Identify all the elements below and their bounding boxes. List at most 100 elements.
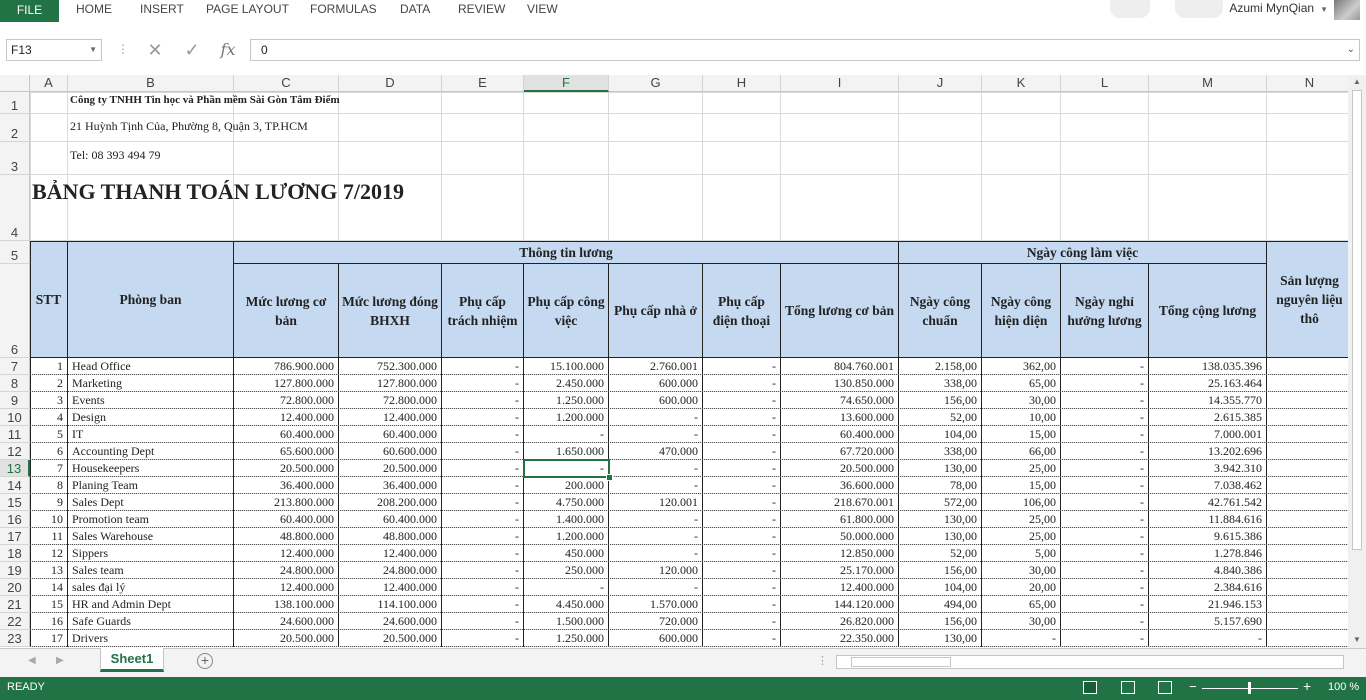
cell-dept[interactable]: Events [68,392,234,409]
cell-h[interactable]: - [703,562,781,579]
row-header-12[interactable]: 12 [0,443,30,460]
cell-dept[interactable]: Planing Team [68,477,234,494]
column-header-a[interactable]: A [30,75,68,92]
file-tab[interactable]: FILE [0,0,59,22]
cell-d[interactable]: 60.600.000 [339,443,442,460]
cell-d[interactable]: 48.800.000 [339,528,442,545]
cell-stt[interactable]: 9 [30,494,68,511]
enter-icon[interactable]: ✓ [180,38,204,62]
fill-handle[interactable] [606,474,613,481]
cell-d[interactable]: 20.500.000 [339,460,442,477]
cell-j[interactable]: 130,00 [899,460,982,477]
cell-i[interactable]: 12.850.000 [781,545,899,562]
cell-c[interactable]: 72.800.000 [234,392,339,409]
normal-view-icon[interactable] [1083,681,1097,694]
row-header-17[interactable]: 17 [0,528,30,545]
column-header-d[interactable]: D [339,75,442,92]
cell-l[interactable]: - [1061,494,1149,511]
cell-e[interactable]: - [442,375,524,392]
cell-f[interactable]: 200.000 [524,477,609,494]
cell-l[interactable]: - [1061,579,1149,596]
prev-sheet-icon[interactable]: ◀ [28,655,36,666]
cell-c[interactable]: 24.600.000 [234,613,339,630]
tab-data[interactable]: DATA [400,0,430,22]
cell-empty[interactable] [1267,596,1348,613]
cell-f[interactable]: 15.100.000 [524,358,609,375]
cell-e[interactable]: - [442,511,524,528]
cell-k[interactable]: 66,00 [982,443,1061,460]
cell-f[interactable]: 250.000 [524,562,609,579]
cell-j[interactable]: 78,00 [899,477,982,494]
cell-g[interactable]: 600.000 [609,375,703,392]
tab-page-layout[interactable]: PAGE LAYOUT [206,0,289,22]
cell-k[interactable]: 65,00 [982,375,1061,392]
cell-l[interactable]: - [1061,511,1149,528]
cell-j[interactable]: 338,00 [899,443,982,460]
row-header-4[interactable]: 4 [0,175,30,241]
cell-dept[interactable]: Promotion team [68,511,234,528]
row-header-3[interactable]: 3 [0,142,30,175]
tab-home[interactable]: HOME [76,0,112,22]
cell-g[interactable]: 600.000 [609,392,703,409]
cell-stt[interactable]: 11 [30,528,68,545]
cell-g[interactable]: 120.000 [609,562,703,579]
cell-stt[interactable]: 5 [30,426,68,443]
cell-i[interactable]: 12.400.000 [781,579,899,596]
cell-m[interactable]: 14.355.770 [1149,392,1267,409]
cell-k[interactable]: 65,00 [982,596,1061,613]
column-header-c[interactable]: C [234,75,339,92]
cell-m[interactable]: 1.278.846 [1149,545,1267,562]
row-header-5[interactable]: 5 [0,241,30,264]
cell-h[interactable]: - [703,477,781,494]
cell-c[interactable]: 12.400.000 [234,579,339,596]
cell-k[interactable]: 25,00 [982,528,1061,545]
worksheet-grid[interactable]: ABCDEFGHIJKLMN 1 2 3 4 5 6 7 8 9 10 11 12 13 14 15 16 17… [0,75,1348,648]
zoom-slider-thumb[interactable] [1248,682,1251,694]
cell-empty[interactable] [1267,443,1348,460]
cell-dept[interactable]: sales đại lý [68,579,234,596]
cell-h[interactable]: - [703,392,781,409]
cell-k[interactable]: 15,00 [982,426,1061,443]
column-header-f[interactable]: F [524,75,609,92]
cell-empty[interactable] [1267,613,1348,630]
cell-empty[interactable] [1267,426,1348,443]
cell-i[interactable]: 130.850.000 [781,375,899,392]
cell-i[interactable]: 67.720.000 [781,443,899,460]
cell-i[interactable]: 20.500.000 [781,460,899,477]
cell-e[interactable]: - [442,460,524,477]
cell-d[interactable]: 12.400.000 [339,579,442,596]
cell-d[interactable]: 36.400.000 [339,477,442,494]
cell-d[interactable]: 12.400.000 [339,545,442,562]
cell-g[interactable]: - [609,477,703,494]
cell-e[interactable]: - [442,630,524,647]
cell-e[interactable]: - [442,358,524,375]
cell-empty[interactable] [1267,358,1348,375]
column-header-m[interactable]: M [1149,75,1267,92]
cell-h[interactable]: - [703,545,781,562]
row-header-21[interactable]: 21 [0,596,30,613]
cell-k[interactable]: 25,00 [982,460,1061,477]
add-sheet-icon[interactable]: + [197,653,213,669]
cell-f[interactable]: 1.400.000 [524,511,609,528]
cell-h[interactable]: - [703,409,781,426]
cell-l[interactable]: - [1061,528,1149,545]
cell-c[interactable]: 20.500.000 [234,630,339,647]
cell-d[interactable]: 20.500.000 [339,630,442,647]
cell-empty[interactable] [1267,528,1348,545]
cell-g[interactable]: - [609,460,703,477]
cell-d[interactable]: 24.600.000 [339,613,442,630]
cell-m[interactable]: 21.946.153 [1149,596,1267,613]
cell-g[interactable]: 720.000 [609,613,703,630]
cell-k[interactable]: 10,00 [982,409,1061,426]
cell-m[interactable]: 3.942.310 [1149,460,1267,477]
row-header-22[interactable]: 22 [0,613,30,630]
cell-e[interactable]: - [442,409,524,426]
cell-e[interactable]: - [442,426,524,443]
tab-sheet1[interactable]: Sheet1 [100,648,164,672]
avatar[interactable] [1334,0,1360,20]
cell-i[interactable]: 60.400.000 [781,426,899,443]
cell-m[interactable]: 9.615.386 [1149,528,1267,545]
cell-h[interactable]: - [703,511,781,528]
row-header-19[interactable]: 19 [0,562,30,579]
cell-l[interactable]: - [1061,443,1149,460]
